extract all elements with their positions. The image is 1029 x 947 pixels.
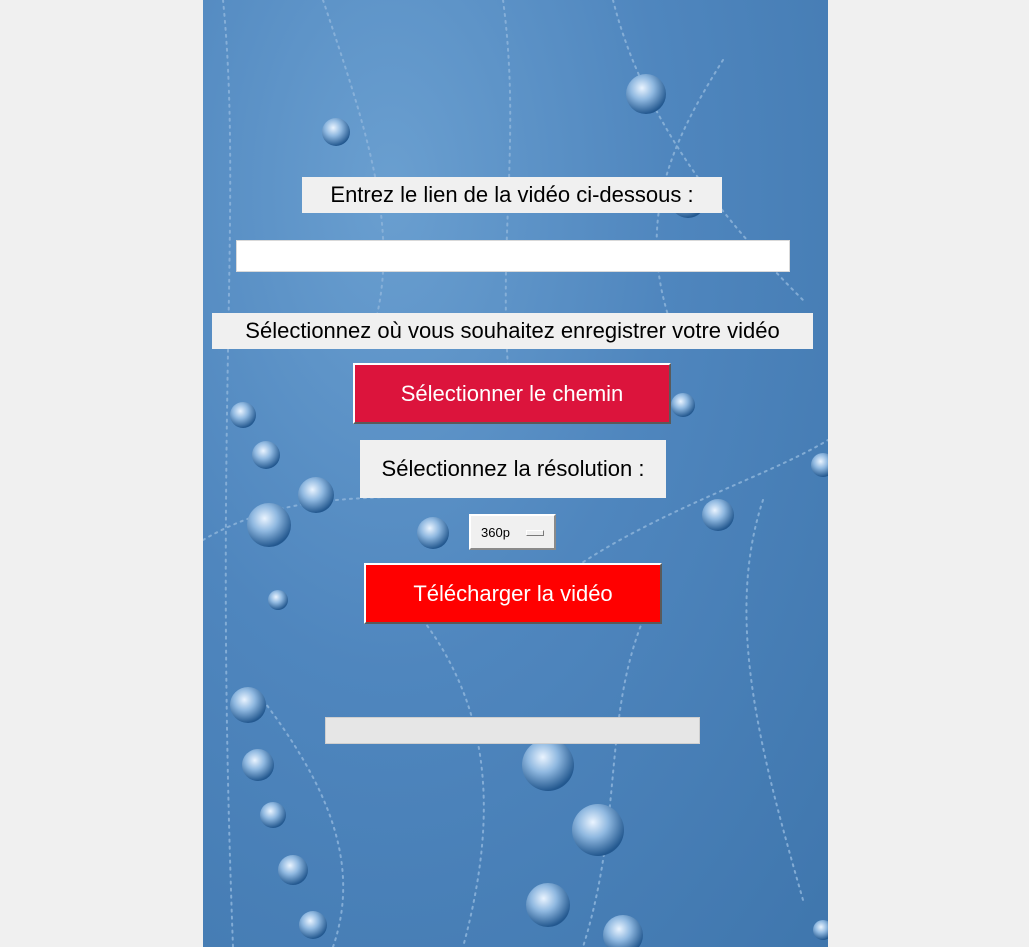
video-url-input[interactable]: [236, 240, 790, 272]
resolution-select-value: 360p: [481, 524, 510, 540]
url-prompt-label: Entrez le lien de la vidéo ci-dessous :: [302, 177, 722, 213]
download-progress-bar: [325, 717, 700, 744]
save-location-prompt-label: Sélectionnez où vous souhaitez enregistr…: [212, 313, 813, 349]
resolution-select[interactable]: 360p: [469, 514, 556, 550]
resolution-prompt-label: Sélectionnez la résolution :: [360, 440, 666, 498]
download-video-button[interactable]: Télécharger la vidéo: [364, 563, 662, 624]
select-path-button[interactable]: Sélectionner le chemin: [353, 363, 671, 424]
app-window: Entrez le lien de la vidéo ci-dessous : …: [203, 0, 828, 947]
dropdown-indicator-icon: [526, 530, 544, 536]
